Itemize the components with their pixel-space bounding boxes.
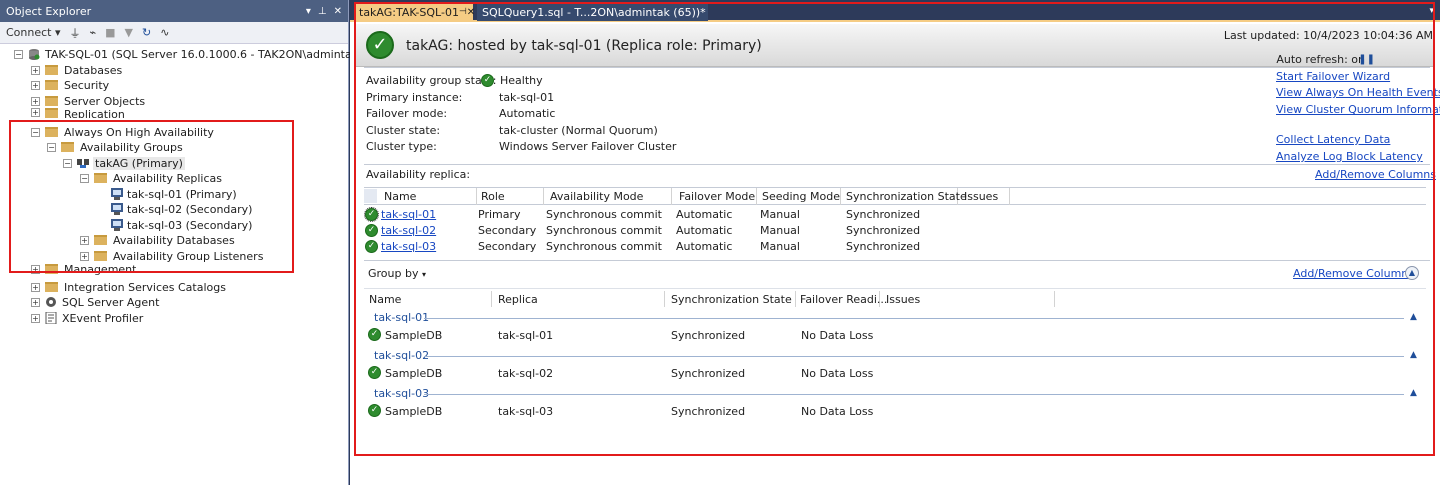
tree-node-security[interactable]: + Security — [31, 77, 109, 93]
refresh-icon[interactable]: ↻ — [142, 26, 151, 39]
object-explorer-titlebar: Object Explorer ▾ ⊥ ✕ — [0, 0, 348, 22]
connect-button[interactable]: Connect ▾ — [6, 26, 61, 39]
xevent-profiler-icon — [45, 312, 57, 324]
server-icon — [29, 49, 40, 60]
tree-node-label: Databases — [64, 63, 123, 77]
stop-icon[interactable]: ■ — [105, 26, 115, 39]
tree-node-label: XEvent Profiler — [62, 311, 144, 325]
disconnect-icon[interactable]: ⌁ — [90, 26, 97, 39]
tree-node-label: Security — [64, 78, 110, 92]
expand-icon[interactable]: + — [31, 313, 40, 323]
expand-icon[interactable]: + — [31, 297, 40, 307]
filter-icon[interactable]: ▼ — [125, 26, 133, 39]
collapse-icon[interactable]: − — [14, 49, 23, 59]
sql-agent-icon — [46, 297, 56, 307]
tree-node-label: SQL Server Agent — [62, 295, 160, 309]
auto-hide-pin-icon[interactable]: ⊥ — [318, 6, 327, 17]
connect-plug-icon[interactable]: ⏚ — [70, 25, 81, 41]
tree-node-server[interactable]: − TAK-SQL-01 (SQL Server 16.0.1000.6 - T… — [14, 46, 362, 62]
tree-node-label: TAK-SQL-01 (SQL Server 16.0.1000.6 - TAK… — [45, 47, 363, 61]
folder-icon — [45, 80, 58, 90]
tree-node-server-objects[interactable]: + Server Objects — [31, 93, 145, 109]
expand-icon[interactable]: + — [31, 80, 40, 90]
tree-node-label: Server Objects — [64, 94, 146, 108]
expand-icon[interactable]: + — [31, 108, 40, 117]
tree-node-label: Integration Services Catalogs — [64, 280, 226, 294]
tree-node-sql-agent[interactable]: + SQL Server Agent — [31, 294, 159, 310]
tree-node-integration-services[interactable]: + Integration Services Catalogs — [31, 279, 226, 295]
tree-node-label: Replication — [64, 108, 125, 118]
object-explorer-toolbar: Connect ▾ ⏚ ⌁ ■ ▼ ↻ ∿ — [0, 22, 348, 44]
object-explorer-panel: Object Explorer ▾ ⊥ ✕ Connect ▾ ⏚ ⌁ ■ ▼ … — [0, 0, 362, 485]
expand-icon[interactable]: + — [31, 282, 40, 292]
object-explorer-title: Object Explorer — [6, 4, 92, 18]
expand-icon[interactable]: + — [31, 65, 40, 75]
tree-node-databases[interactable]: + Databases — [31, 62, 122, 78]
folder-icon — [45, 65, 58, 75]
activity-monitor-icon[interactable]: ∿ — [160, 26, 169, 39]
tree-node-replication[interactable]: + Replication — [31, 108, 125, 118]
expand-icon[interactable]: + — [31, 96, 40, 106]
folder-icon — [45, 108, 58, 118]
folder-icon — [45, 282, 58, 292]
highlight-box — [354, 2, 1435, 456]
close-icon[interactable]: ✕ — [334, 6, 342, 17]
folder-icon — [45, 96, 58, 106]
highlight-box — [9, 120, 294, 273]
window-position-icon[interactable]: ▾ — [306, 6, 311, 17]
tree-node-xevent-profiler[interactable]: + XEvent Profiler — [31, 310, 143, 326]
